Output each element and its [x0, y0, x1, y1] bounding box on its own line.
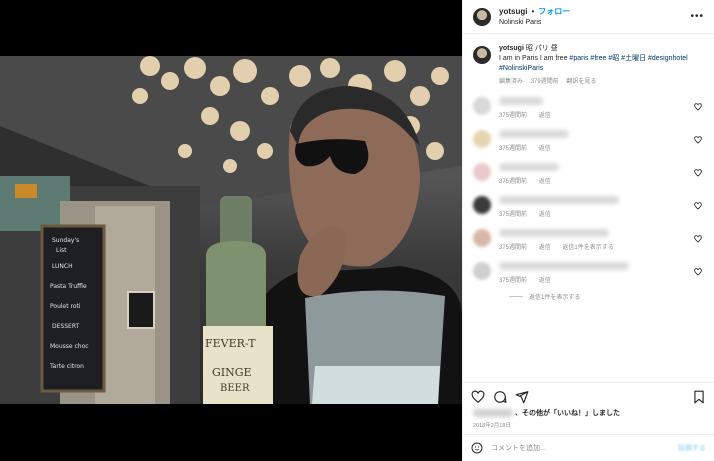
edited-label: 編集済み	[499, 79, 524, 85]
reply-link[interactable]: 返信	[539, 278, 551, 284]
likes-text: 、その他が「いいね！」しました	[515, 410, 620, 417]
comment-item: 375週間前 返信 返信1件を表示する	[473, 225, 704, 258]
view-replies-label: 返信1件を表示する	[529, 295, 581, 301]
comment-time[interactable]: 375週間前	[499, 245, 527, 251]
location-link[interactable]: Nolinski Paris	[499, 17, 570, 28]
svg-text:List: List	[56, 247, 67, 254]
more-horizontal-icon[interactable]: •••	[690, 11, 704, 22]
svg-text:BEER: BEER	[220, 383, 250, 394]
svg-text:Poulet roti: Poulet roti	[50, 303, 81, 310]
commenter-avatar[interactable]	[473, 97, 491, 115]
comment-time[interactable]: 375週間前	[499, 278, 527, 284]
comment-text-blurred	[499, 229, 609, 237]
caption-avatar[interactable]	[473, 46, 491, 64]
liker-name-blurred	[473, 409, 513, 417]
comment-item: 375週間前 返信	[473, 192, 704, 225]
comment-like-icon[interactable]	[694, 268, 702, 276]
post-photo[interactable]: Sunday's List LUNCH Pasta Truffle Poulet…	[0, 56, 462, 404]
svg-text:GINGE: GINGE	[212, 366, 252, 379]
svg-text:LUNCH: LUNCH	[52, 263, 73, 270]
comment-icon[interactable]	[493, 390, 507, 404]
reply-link[interactable]: 返信	[539, 212, 551, 218]
action-bar	[463, 382, 714, 410]
svg-text:DESSERT: DESSERT	[52, 323, 80, 330]
replies-divider	[509, 296, 523, 297]
comment-time[interactable]: 375週間前	[499, 179, 527, 185]
comment-text-blurred	[499, 262, 629, 270]
emoji-icon[interactable]	[471, 442, 483, 454]
comment-like-icon[interactable]	[694, 103, 702, 111]
commenter-avatar[interactable]	[473, 229, 491, 247]
comments-list: 375週間前 返信 375週間前 返信 375週間前 返信 375週間前 返信 …	[463, 93, 714, 301]
svg-text:Pasta Truffle: Pasta Truffle	[50, 283, 87, 290]
add-comment-bar: コメントを追加... 投稿する	[463, 434, 714, 461]
comment-like-icon[interactable]	[694, 169, 702, 177]
comment-time[interactable]: 375週間前	[499, 212, 527, 218]
caption-title: 昭 パリ 昼	[525, 45, 558, 52]
comment-item: 375週間前 返信	[473, 93, 704, 126]
author-avatar[interactable]	[473, 7, 491, 26]
comment-text-blurred	[499, 196, 619, 204]
comment-like-icon[interactable]	[694, 136, 702, 144]
comment-time[interactable]: 375週間前	[499, 113, 527, 119]
share-icon[interactable]	[515, 390, 529, 404]
translate-link[interactable]: 翻訳を見る	[566, 79, 596, 85]
follow-button[interactable]: フォロー	[538, 6, 570, 17]
comment-input[interactable]: コメントを追加...	[491, 443, 678, 453]
author-username[interactable]: yotsugi	[499, 6, 527, 17]
caption-username[interactable]: yotsugi	[499, 45, 524, 52]
view-replies-button[interactable]: 返信1件を表示する	[473, 292, 704, 301]
post-comment-button[interactable]: 投稿する	[678, 443, 706, 453]
heart-icon[interactable]	[471, 390, 485, 404]
caption-text: I am in Paris I am free	[499, 55, 568, 62]
comment-like-icon[interactable]	[694, 202, 702, 210]
svg-text:Tarte citron: Tarte citron	[49, 363, 84, 370]
post-media-area: Sunday's List LUNCH Pasta Truffle Poulet…	[0, 0, 462, 461]
post-date[interactable]: 2018年2月18日	[473, 421, 511, 429]
comment-time[interactable]: 375週間前	[499, 146, 527, 152]
caption-time[interactable]: 379週間前	[531, 79, 559, 85]
comment-item: 375週間前 返信	[473, 126, 704, 159]
separator-dot: •	[531, 6, 535, 16]
post-caption: yotsugi 昭 パリ 昼 I am in Paris I am free #…	[463, 34, 714, 87]
bookmark-icon[interactable]	[692, 390, 706, 404]
reply-link[interactable]: 返信	[539, 245, 551, 251]
reply-link[interactable]: 返信	[539, 179, 551, 185]
commenter-avatar[interactable]	[473, 163, 491, 181]
comment-text-blurred	[499, 97, 543, 105]
comment-item: 375週間前 返信	[473, 159, 704, 192]
commenter-avatar[interactable]	[473, 196, 491, 214]
comment-like-icon[interactable]	[694, 235, 702, 243]
svg-text:Mousse choc: Mousse choc	[50, 343, 89, 350]
likes-summary[interactable]: 、その他が「いいね！」しました	[473, 408, 620, 418]
show-replies-inline[interactable]: 返信1件を表示する	[562, 245, 613, 251]
comment-item: 375週間前 返信	[473, 258, 704, 291]
comment-text-blurred	[499, 130, 569, 138]
svg-text:Sunday's: Sunday's	[52, 237, 79, 244]
reply-link[interactable]: 返信	[539, 146, 551, 152]
svg-text:FEVER-T: FEVER-T	[205, 337, 256, 350]
commenter-avatar[interactable]	[473, 130, 491, 148]
commenter-avatar[interactable]	[473, 262, 491, 280]
post-sidebar: yotsugi • フォロー Nolinski Paris ••• yotsug…	[462, 0, 714, 461]
reply-link[interactable]: 返信	[539, 113, 551, 119]
post-header: yotsugi • フォロー Nolinski Paris •••	[463, 0, 714, 34]
comment-text-blurred	[499, 163, 559, 171]
